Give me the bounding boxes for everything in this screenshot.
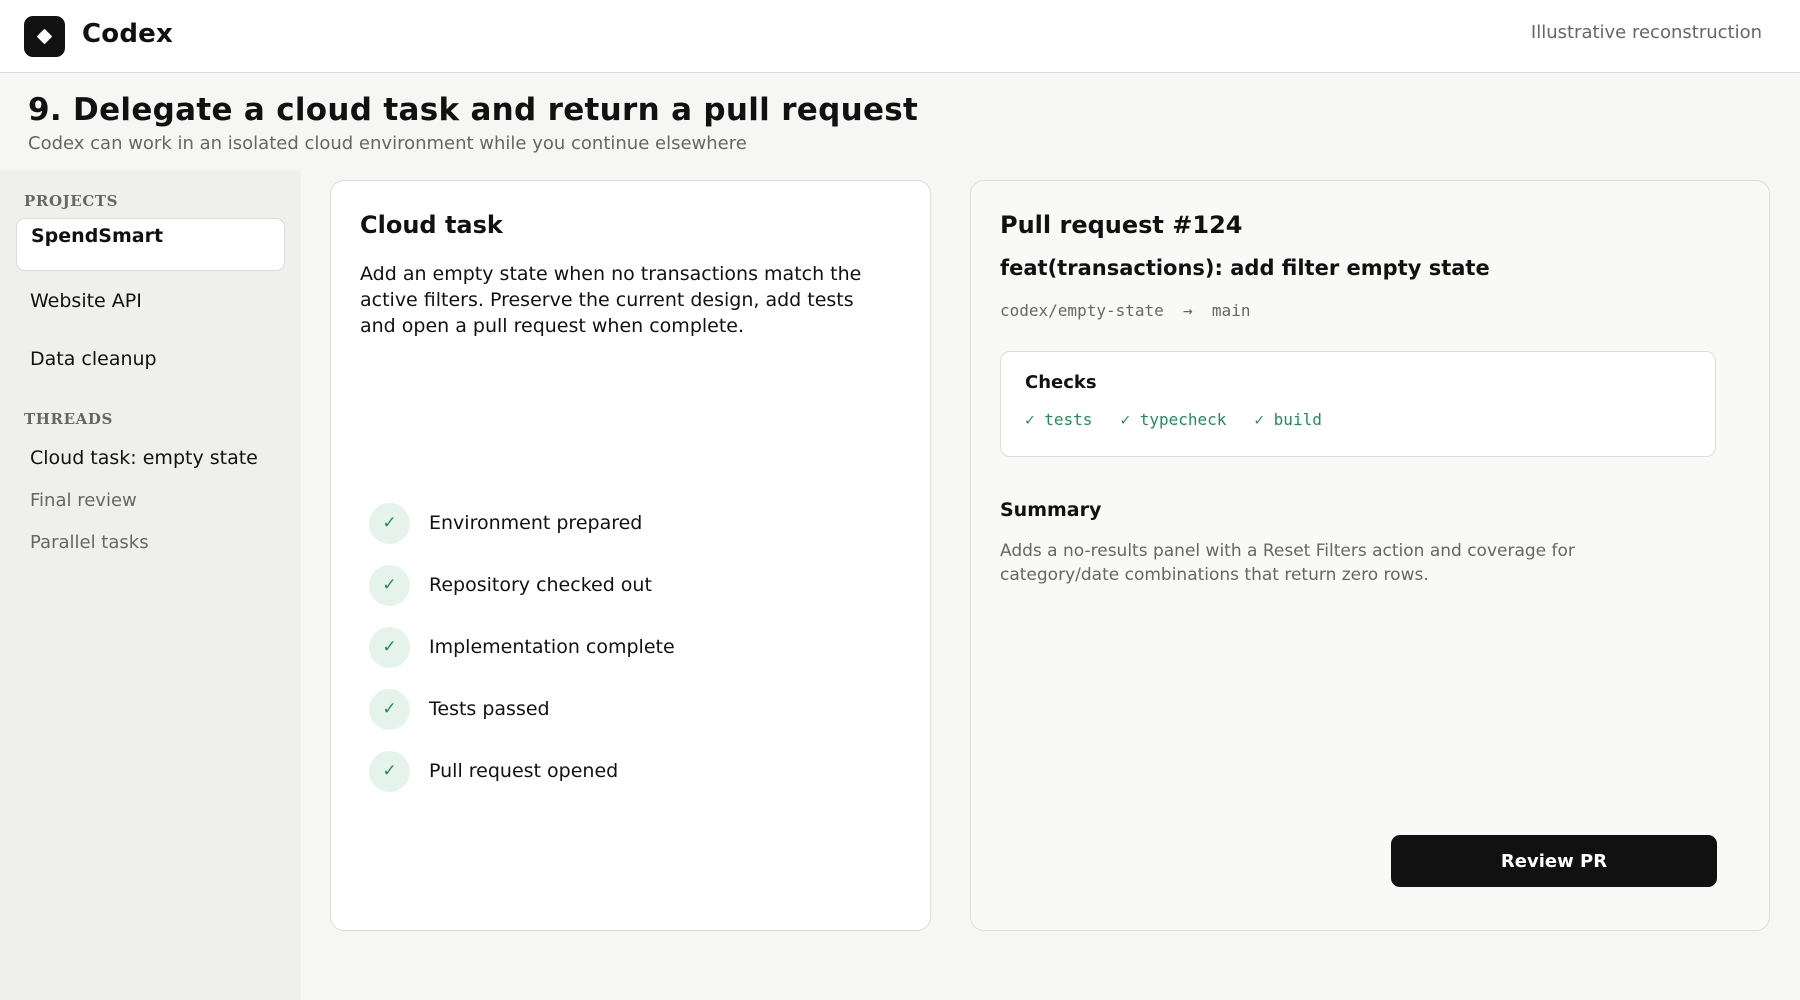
codex-logo bbox=[24, 16, 65, 57]
checks-list: ✓ tests ✓ typecheck ✓ build bbox=[1025, 410, 1322, 429]
pull-request-branch: codex/empty-state → main bbox=[1000, 301, 1251, 320]
step-label: Tests passed bbox=[429, 698, 550, 720]
pull-request-commit-title: feat(transactions): add filter empty sta… bbox=[1000, 256, 1490, 280]
sidebar-item-final-review[interactable]: Final review bbox=[16, 480, 285, 520]
check-tests: ✓ tests bbox=[1025, 410, 1093, 429]
step-tests-passed: ✓ Tests passed bbox=[369, 688, 550, 730]
sidebar-item-data-cleanup[interactable]: Data cleanup bbox=[16, 334, 285, 384]
check-icon: ✓ bbox=[369, 502, 410, 544]
summary-text: Adds a no-results panel with a Reset Fil… bbox=[1000, 541, 1575, 585]
check-icon: ✓ bbox=[369, 750, 410, 792]
sidebar: PROJECTS SpendSmart Website API Data cle… bbox=[0, 170, 301, 1000]
step-label: Pull request opened bbox=[429, 760, 619, 782]
cloud-task-description: Add an empty state when no transactions … bbox=[360, 263, 862, 337]
check-icon: ✓ bbox=[369, 688, 410, 730]
sidebar-section-projects: PROJECTS bbox=[24, 192, 119, 210]
step-environment-prepared: ✓ Environment prepared bbox=[369, 502, 643, 544]
sidebar-item-spendsmart[interactable]: SpendSmart bbox=[16, 218, 285, 271]
page-subtitle: Codex can work in an isolated cloud envi… bbox=[28, 133, 747, 154]
diamond-icon bbox=[36, 28, 53, 45]
pull-request-card: Pull request #124 feat(transactions): ad… bbox=[970, 180, 1770, 931]
sidebar-item-cloud-task[interactable]: Cloud task: empty state bbox=[16, 438, 285, 478]
cloud-task-title: Cloud task bbox=[360, 211, 503, 239]
step-label: Repository checked out bbox=[429, 574, 652, 596]
step-implementation-complete: ✓ Implementation complete bbox=[369, 626, 675, 668]
top-bar: Codex Illustrative reconstruction bbox=[0, 0, 1800, 73]
checks-title: Checks bbox=[1025, 372, 1097, 393]
page-title: 9. Delegate a cloud task and return a pu… bbox=[28, 92, 919, 128]
summary-title: Summary bbox=[1000, 499, 1102, 521]
sidebar-item-label: Cloud task: empty state bbox=[30, 447, 258, 469]
step-pull-request-opened: ✓ Pull request opened bbox=[369, 750, 619, 792]
sidebar-item-website-api[interactable]: Website API bbox=[16, 276, 285, 326]
sidebar-item-label: Final review bbox=[30, 489, 137, 511]
check-typecheck: ✓ typecheck bbox=[1120, 410, 1227, 429]
step-repository-checked-out: ✓ Repository checked out bbox=[369, 564, 652, 606]
review-pr-button[interactable]: Review PR bbox=[1391, 835, 1717, 887]
sidebar-item-label: Parallel tasks bbox=[30, 531, 149, 553]
checks-panel: Checks ✓ tests ✓ typecheck ✓ build bbox=[1000, 351, 1716, 457]
check-icon: ✓ bbox=[369, 626, 410, 668]
sidebar-item-label: Website API bbox=[30, 290, 142, 312]
header-tagline: Illustrative reconstruction bbox=[1530, 22, 1762, 43]
sidebar-section-threads: THREADS bbox=[24, 410, 113, 428]
cloud-task-card: Cloud task Add an empty state when no tr… bbox=[330, 180, 931, 931]
sidebar-item-label: SpendSmart bbox=[31, 225, 164, 247]
sidebar-item-label: Data cleanup bbox=[30, 348, 157, 370]
check-build: ✓ build bbox=[1254, 410, 1322, 429]
step-label: Environment prepared bbox=[429, 512, 643, 534]
brand-name: Codex bbox=[82, 19, 173, 49]
step-label: Implementation complete bbox=[429, 636, 675, 658]
pull-request-title: Pull request #124 bbox=[1000, 211, 1243, 239]
check-icon: ✓ bbox=[369, 564, 410, 606]
sidebar-item-parallel-tasks[interactable]: Parallel tasks bbox=[16, 522, 285, 562]
